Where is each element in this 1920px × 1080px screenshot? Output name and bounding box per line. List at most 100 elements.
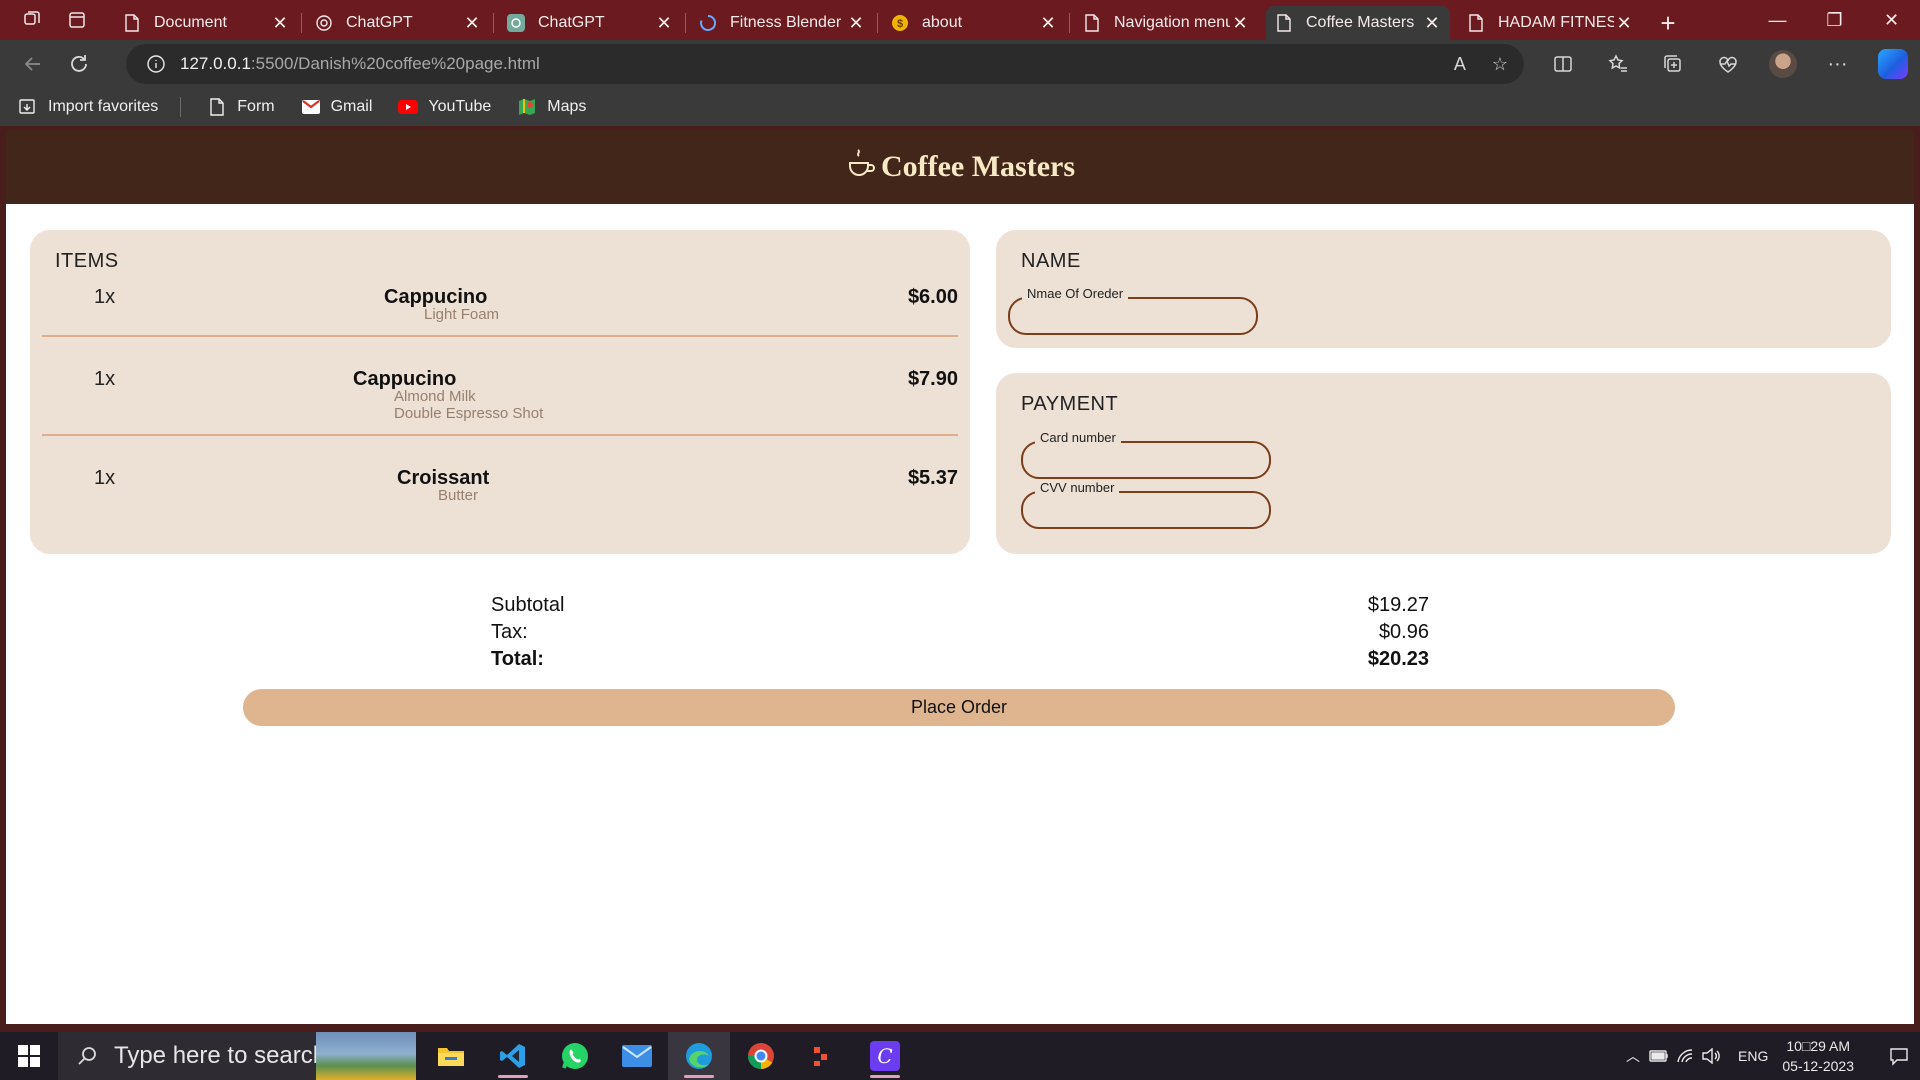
workspaces-icon[interactable] — [12, 0, 50, 40]
close-tab-icon[interactable]: ✕ — [846, 13, 866, 34]
item-modifier: Butter — [438, 487, 479, 504]
url-host: 127.0.0.1 — [180, 54, 251, 73]
close-tab-icon[interactable]: ✕ — [1230, 13, 1250, 34]
tab-document[interactable]: Document ✕ — [114, 6, 298, 40]
site-header: Coffee Masters — [6, 130, 1914, 204]
close-tab-icon[interactable]: ✕ — [654, 13, 674, 34]
mail-icon[interactable] — [606, 1032, 668, 1080]
git-icon[interactable] — [792, 1032, 854, 1080]
tab-title: HADAM FITNESS — [1498, 14, 1614, 31]
volume-icon[interactable] — [1698, 1048, 1724, 1064]
tab-chatgpt[interactable]: ChatGPT ✕ — [301, 6, 490, 40]
tab-actions-icon[interactable] — [58, 0, 96, 40]
canva-icon[interactable]: C — [854, 1032, 916, 1080]
window-controls: — ❐ ✕ — [1749, 0, 1920, 40]
item-modifier: Almond Milk — [394, 388, 476, 405]
item-quantity: 1x — [94, 467, 116, 489]
windows-start-icon[interactable] — [0, 1032, 58, 1080]
item-price: $5.37 — [907, 467, 958, 489]
tab-chatgpt-2[interactable]: ChatGPT ✕ — [493, 6, 682, 40]
item-price: $7.90 — [907, 368, 958, 390]
favorite-label: Form — [237, 98, 275, 115]
more-options-icon[interactable]: ··· — [1810, 40, 1865, 88]
show-hidden-icons-icon[interactable]: ︿ — [1620, 1046, 1646, 1066]
card-number-label: Card number — [1035, 430, 1121, 446]
restore-icon[interactable]: ❐ — [1806, 0, 1863, 40]
collections-icon[interactable] — [1645, 40, 1700, 88]
close-tab-icon[interactable]: ✕ — [462, 13, 482, 34]
favorite-label: Gmail — [330, 98, 373, 115]
subtotal-value: $19.27 — [1367, 594, 1429, 616]
page-icon — [1082, 13, 1102, 33]
whatsapp-icon[interactable] — [544, 1032, 606, 1080]
url-actions: A ☆ — [1454, 44, 1508, 84]
copilot-icon[interactable] — [1865, 40, 1920, 88]
tab-coffee-masters[interactable]: Coffee Masters ✕ — [1266, 6, 1450, 40]
taskbar-search[interactable]: Type here to search — [58, 1032, 416, 1080]
close-tab-icon[interactable]: ✕ — [1422, 13, 1442, 34]
file-explorer-icon[interactable] — [420, 1032, 482, 1080]
favorite-maps[interactable]: Maps — [517, 97, 586, 117]
coin-icon: $ — [890, 13, 910, 33]
tab-about[interactable]: $ about ✕ — [877, 6, 1066, 40]
card-number-field[interactable]: Card number — [1021, 430, 1271, 479]
close-window-icon[interactable]: ✕ — [1863, 0, 1920, 40]
tab-hadam-fitness[interactable]: HADAM FITNESS ✕ — [1458, 6, 1642, 40]
place-order-button[interactable]: Place Order — [243, 689, 1675, 726]
profile-avatar[interactable] — [1755, 40, 1810, 88]
clock-date: 05-12-2023 — [1782, 1058, 1854, 1074]
notifications-icon[interactable] — [1878, 1032, 1920, 1080]
read-aloud-icon[interactable]: A — [1454, 54, 1466, 75]
vscode-icon[interactable] — [482, 1032, 544, 1080]
wifi-icon[interactable] — [1672, 1048, 1698, 1064]
favorite-gmail[interactable]: Gmail — [301, 97, 373, 117]
tab-navigation-menu[interactable]: Navigation menu ✕ — [1069, 6, 1258, 40]
maps-icon — [517, 97, 537, 117]
edge-icon[interactable] — [668, 1032, 730, 1080]
language-indicator[interactable]: ENG — [1738, 1048, 1768, 1064]
system-tray: ︿ ENG 10□29 AM 05-12-2023 — [1620, 1032, 1920, 1080]
close-tab-icon[interactable]: ✕ — [1614, 13, 1634, 34]
close-tab-icon[interactable]: ✕ — [270, 13, 290, 34]
close-tab-icon[interactable]: ✕ — [1038, 13, 1058, 34]
tax-value: $0.96 — [1378, 621, 1429, 643]
browser-tab-strip: Document ✕ ChatGPT ✕ ChatGPT ✕ Fitness B… — [0, 0, 1920, 40]
favorite-star-icon[interactable]: ☆ — [1492, 54, 1508, 75]
split-screen-icon[interactable] — [1535, 40, 1590, 88]
card-number-input[interactable] — [1037, 450, 1259, 472]
chatgpt-icon — [314, 13, 334, 33]
tab-title: ChatGPT — [346, 14, 413, 31]
chrome-icon[interactable] — [730, 1032, 792, 1080]
minimize-icon[interactable]: — — [1749, 0, 1806, 40]
order-name-input[interactable] — [1024, 306, 1246, 328]
favorite-youtube[interactable]: YouTube — [398, 97, 491, 117]
favorite-import[interactable]: Import favorites — [18, 97, 158, 117]
tab-title: Coffee Masters — [1306, 14, 1415, 31]
taskbar-clock[interactable]: 10□29 AM 05-12-2023 — [1782, 1036, 1854, 1076]
order-totals: Subtotal $19.27 Tax: $0.96 Total: $20.23 — [491, 594, 1429, 675]
page-icon — [1274, 13, 1294, 33]
favorites-icon[interactable] — [1590, 40, 1645, 88]
battery-icon[interactable] — [1646, 1050, 1672, 1062]
page-icon — [122, 13, 142, 33]
browser-essentials-icon[interactable] — [1700, 40, 1755, 88]
favorite-form[interactable]: Form — [207, 97, 275, 117]
tab-fitness-blender[interactable]: Fitness Blender ✕ — [685, 6, 874, 40]
order-name-field[interactable]: Nmae Of Oreder — [1008, 286, 1258, 335]
page-viewport: Coffee Masters ITEMS 1x Cappucino Light … — [6, 130, 1914, 1024]
url-bar[interactable]: 127.0.0.1:5500/Danish%20coffee%20page.ht… — [126, 44, 1524, 84]
item-quantity: 1x — [94, 368, 116, 390]
site-info-icon[interactable] — [146, 54, 166, 74]
back-arrow-icon[interactable] — [12, 44, 54, 84]
page-icon — [1466, 13, 1486, 33]
cvv-number-field[interactable]: CVV number — [1021, 480, 1271, 529]
name-heading: NAME — [1021, 250, 1081, 272]
svg-text:$: $ — [897, 18, 903, 30]
chatgpt-icon — [506, 13, 526, 33]
refresh-icon[interactable] — [58, 44, 100, 84]
new-tab-button[interactable]: + — [1648, 6, 1688, 40]
cvv-number-input[interactable] — [1037, 500, 1259, 522]
toolbar-right: ··· — [1535, 40, 1920, 88]
svg-text:C: C — [877, 1044, 892, 1068]
item-modifier: Light Foam — [424, 306, 500, 323]
